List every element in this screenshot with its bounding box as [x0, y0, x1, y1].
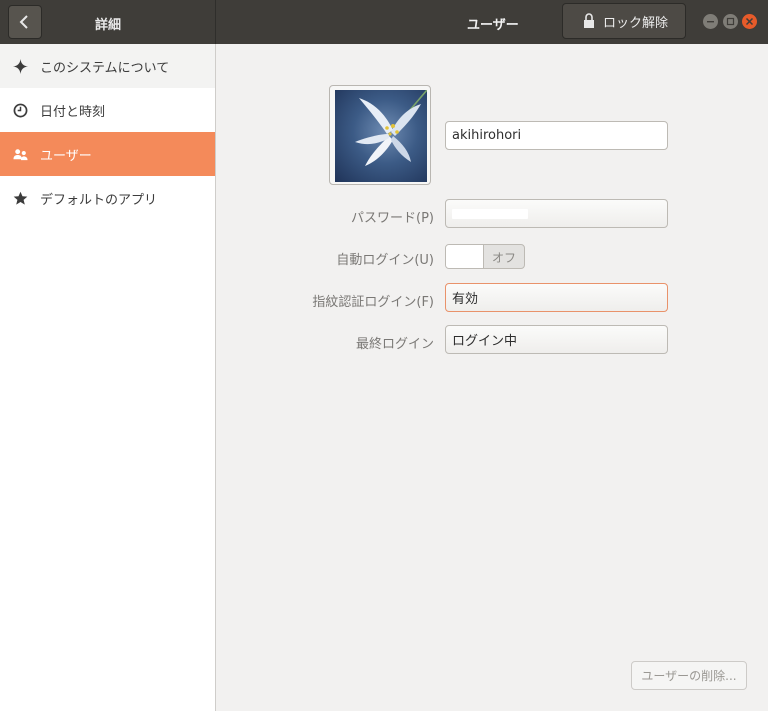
close-button[interactable] [742, 14, 757, 29]
delete-user-button[interactable]: ユーザーの削除... [631, 661, 747, 690]
sidebar-item-label: このシステムについて [40, 60, 170, 76]
sparkle-icon [12, 58, 28, 74]
sidebar-item-label: デフォルトのアプリ [40, 192, 158, 208]
sidebar-item-users[interactable]: ユーザー [0, 132, 215, 176]
fingerprint-label: 指紋認証ログイン(F) [312, 295, 434, 310]
star-icon [12, 190, 28, 206]
password-mask [452, 208, 528, 219]
sidebar: このシステムについて 日付と時刻 ユーザー デフォルトのアプリ [0, 44, 216, 711]
last-login-button[interactable]: ログイン中 [445, 325, 668, 354]
avatar [335, 90, 427, 182]
back-button[interactable] [8, 5, 42, 39]
lily-flower-image [355, 90, 427, 166]
maximize-icon [726, 17, 735, 26]
minimize-button[interactable] [703, 14, 718, 29]
sidebar-title: 詳細 [95, 18, 122, 33]
chevron-left-icon [19, 15, 28, 29]
username-value: akihirohori [452, 128, 522, 143]
username-field[interactable]: akihirohori [445, 121, 668, 150]
autologin-switch[interactable]: オフ [445, 244, 525, 269]
user-panel: akihirohori パスワード(P) 自動ログイン(U) オフ 指紋認証ログ… [216, 44, 768, 711]
header-divider [215, 0, 216, 44]
last-login-value: ログイン中 [452, 334, 518, 349]
unlock-button[interactable]: ロック解除 [562, 3, 686, 39]
password-button[interactable] [445, 199, 668, 228]
unlock-label: ロック解除 [603, 15, 669, 31]
autologin-label: 自動ログイン(U) [336, 253, 434, 268]
switch-knob [446, 245, 484, 268]
users-icon [12, 146, 28, 162]
sidebar-item-label: 日付と時刻 [40, 104, 106, 120]
fingerprint-button[interactable]: 有効 [445, 283, 668, 312]
maximize-button[interactable] [723, 14, 738, 29]
clock-icon [12, 102, 28, 118]
sidebar-item-datetime[interactable]: 日付と時刻 [0, 88, 215, 132]
sidebar-item-about[interactable]: このシステムについて [0, 44, 215, 88]
switch-state: オフ [492, 251, 517, 265]
fingerprint-value: 有効 [452, 292, 479, 307]
page-title: ユーザー [467, 18, 519, 33]
lock-icon [584, 13, 594, 28]
sidebar-item-label: ユーザー [40, 148, 92, 164]
sidebar-item-default-apps[interactable]: デフォルトのアプリ [0, 176, 215, 220]
header-bar: 詳細 ユーザー ロック解除 [0, 0, 768, 44]
minimize-icon [707, 21, 714, 23]
last-login-label: 最終ログイン [355, 337, 434, 352]
password-label: パスワード(P) [351, 211, 434, 226]
avatar-button[interactable] [329, 85, 431, 185]
close-icon [745, 17, 754, 26]
